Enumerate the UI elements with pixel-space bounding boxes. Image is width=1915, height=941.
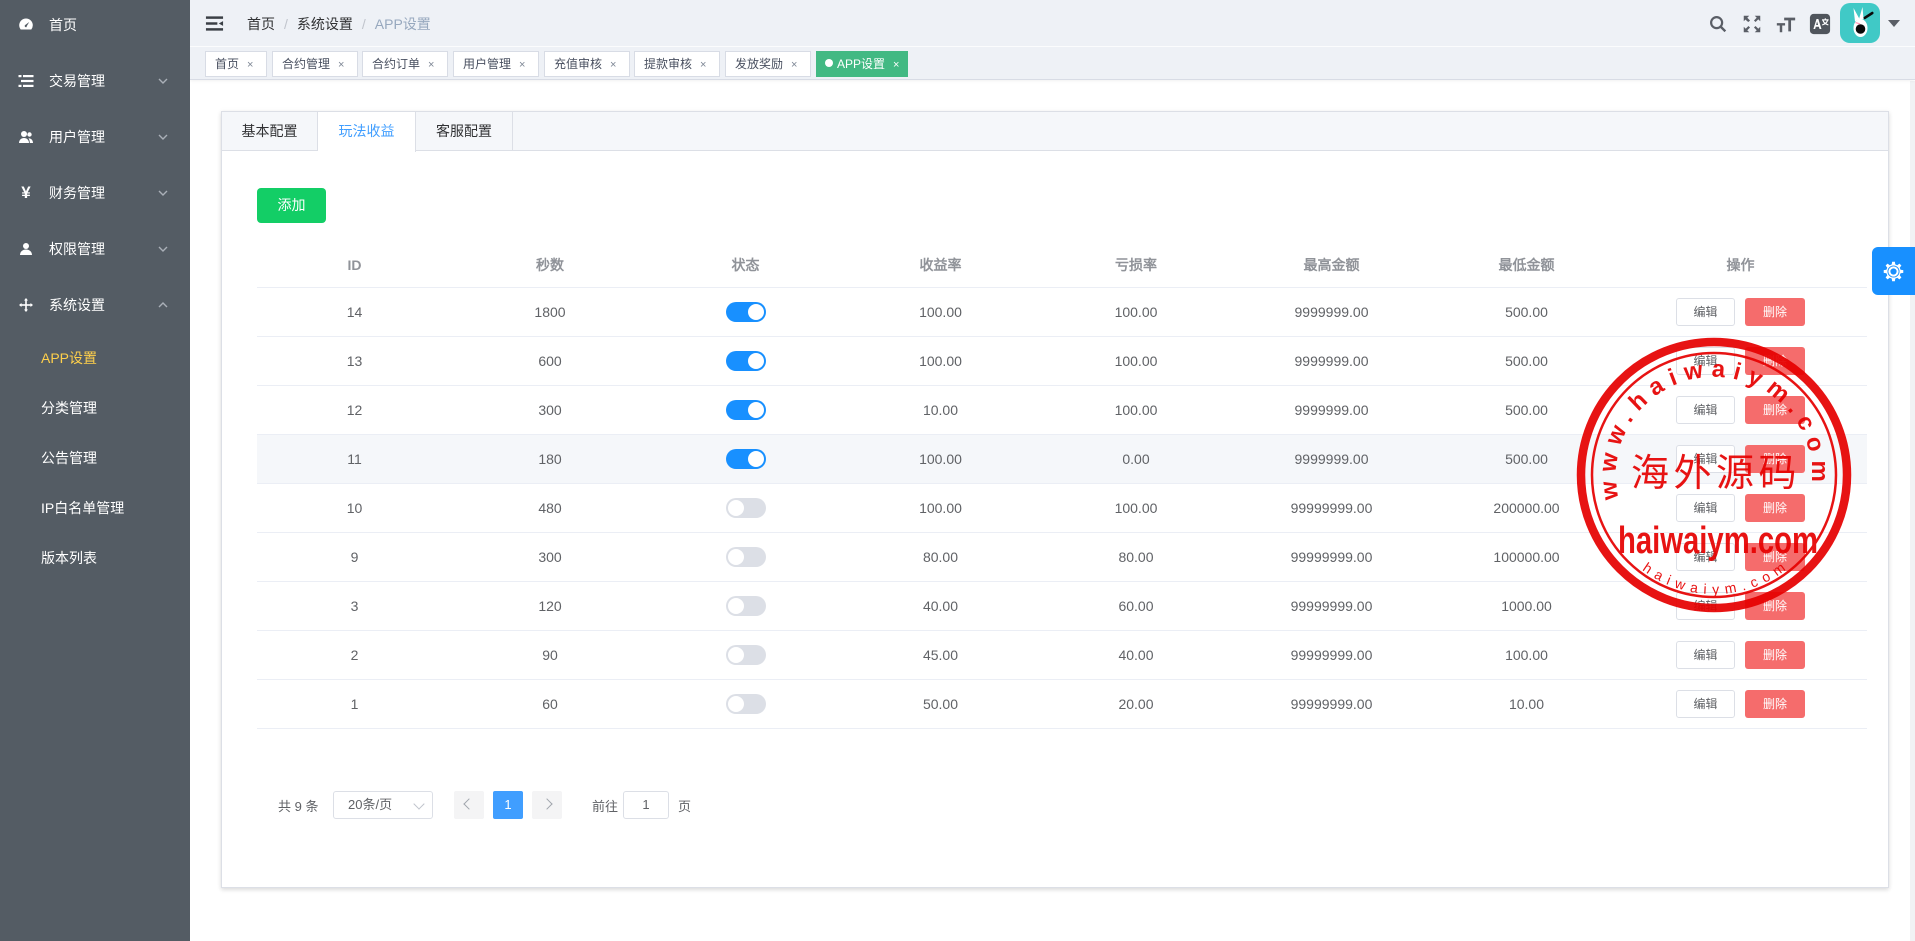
svg-text:海外源码: 海外源码 [1631,453,1801,495]
svg-text:haiwaiym.com: haiwaiym.com [1618,520,1818,562]
